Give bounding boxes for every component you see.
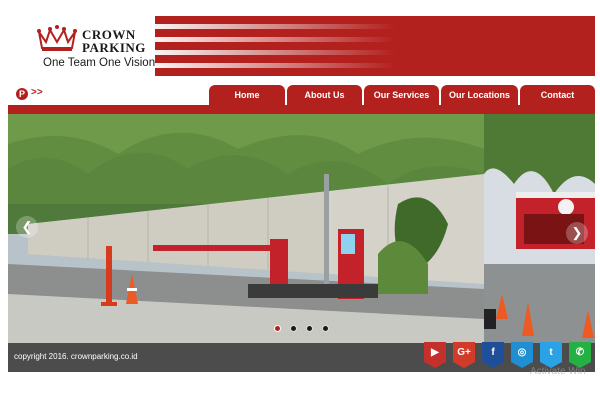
nav-home[interactable]: Home: [209, 85, 285, 105]
banner-stripe: [155, 37, 395, 42]
slider-dot-2[interactable]: [290, 325, 297, 332]
youtube-link[interactable]: ▶: [424, 342, 446, 368]
tagline: One Team One Vision: [43, 57, 156, 69]
twitter-icon: t: [549, 347, 553, 358]
activate-windows-watermark: Activate Win: [530, 366, 586, 377]
crown-icon: [37, 25, 77, 51]
google-plus-icon: G+: [457, 347, 471, 358]
instagram-link[interactable]: ◎: [511, 342, 533, 368]
slider-dot-3[interactable]: [306, 325, 313, 332]
parking-badge-icon: P: [16, 88, 28, 100]
header-banner: [155, 16, 595, 76]
logo[interactable]: Crown Parking One Team One Vision: [34, 24, 156, 74]
nav-our-locations[interactable]: Our Locations: [441, 85, 518, 105]
twitter-link[interactable]: t: [540, 342, 562, 368]
facebook-icon: f: [491, 347, 495, 358]
slider-dot-4[interactable]: [322, 325, 329, 332]
instagram-icon: ◎: [517, 347, 527, 358]
banner-stripe: [155, 63, 395, 68]
copyright-text: copyright 2016. crownparking.co.id: [14, 352, 138, 361]
nav-contact[interactable]: Contact: [520, 85, 595, 105]
chevron-right-icon: ❯: [571, 225, 583, 240]
banner-stripe: [155, 24, 395, 29]
nav-about-us[interactable]: About Us: [287, 85, 362, 105]
youtube-icon: ▶: [431, 347, 439, 358]
google-plus-link[interactable]: G+: [453, 342, 475, 368]
nav-our-services[interactable]: Our Services: [364, 85, 439, 105]
brand-name: Crown Parking: [82, 28, 146, 54]
breadcrumb-arrows: >>: [31, 87, 43, 98]
main-nav: Home About Us Our Services Our Locations…: [209, 85, 595, 105]
whatsapp-link[interactable]: ✆: [569, 342, 591, 368]
banner-stripe: [155, 50, 395, 55]
hero-image-parking-gate: [8, 114, 484, 343]
slider-prev-button[interactable]: ❮: [16, 216, 38, 238]
slider-dot-1[interactable]: [274, 325, 281, 332]
whatsapp-icon: ✆: [575, 347, 585, 358]
facebook-link[interactable]: f: [482, 342, 504, 368]
nav-underline-bar: [8, 105, 595, 114]
hero-slider[interactable]: ❮ ❯: [8, 114, 595, 343]
chevron-left-icon: ❮: [21, 219, 33, 234]
slider-next-button[interactable]: ❯: [566, 222, 588, 244]
footer: copyright 2016. crownparking.co.id ▶ G+ …: [8, 342, 595, 372]
brand-line-2: Parking: [82, 40, 146, 55]
